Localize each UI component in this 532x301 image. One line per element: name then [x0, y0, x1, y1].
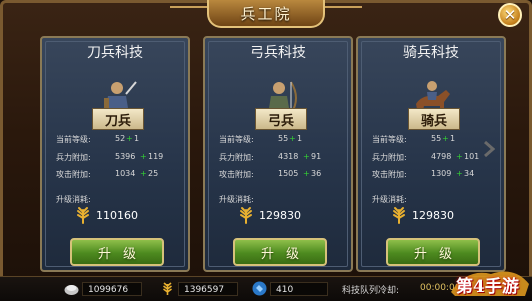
level-label: 当前等级:: [56, 135, 91, 144]
hp-label: 兵力附加:: [219, 153, 254, 162]
level-row: 当前等级: 55 + 1: [219, 134, 302, 145]
grain-icon: [240, 207, 252, 224]
unit-name-tag: 弓兵: [255, 108, 307, 130]
level-label: 当前等级:: [372, 135, 407, 144]
silver-icon: [64, 285, 79, 295]
atk-increase: 34: [464, 169, 475, 178]
hp-label: 兵力附加:: [56, 153, 91, 162]
grain-amount: 1396597: [178, 282, 238, 296]
atk-value: 1034: [115, 169, 136, 178]
window-title-plate: 兵工院: [207, 0, 325, 28]
hp-increase: 119: [148, 152, 164, 161]
atk-value: 1309: [431, 169, 452, 178]
upgrade-button-label: 升级: [260, 246, 311, 262]
unit-name-tag: 骑兵: [408, 108, 460, 130]
plus-sign: +: [140, 152, 147, 161]
hp-row: 兵力附加: 5396 + 119: [56, 152, 163, 163]
upgrade-button-label: 升级: [97, 246, 148, 262]
tech-card-archer: 弓兵科技 弓兵 当前等级: 55 + 1 兵力附加: 4318 + 91 攻击附…: [203, 36, 353, 272]
hp-value: 4318: [278, 152, 299, 161]
tech-card-saber: 刀兵科技 刀兵 当前等级: 52 + 1 兵力附加: 5396 + 119 攻击…: [40, 36, 190, 272]
silver-amount: 1099676: [82, 282, 142, 296]
level-increase: 1: [450, 134, 456, 143]
hp-increase: 101: [464, 152, 480, 161]
close-icon: ✕: [503, 5, 517, 24]
atk-increase: 25: [148, 169, 159, 178]
plus-sign: +: [456, 169, 463, 178]
card-title: 弓兵科技: [250, 45, 306, 61]
plus-sign: +: [140, 169, 147, 178]
upgrade-button-label: 升级: [413, 246, 464, 262]
plus-sign: +: [442, 134, 449, 143]
level-value: 52: [115, 134, 126, 143]
cooldown-label: 科技队列冷却:: [342, 286, 400, 296]
cost-value: 129830: [412, 209, 454, 222]
card-title: 刀兵科技: [87, 45, 143, 61]
plus-sign: +: [289, 134, 296, 143]
grain-icon: [163, 282, 172, 295]
atk-label: 攻击附加:: [219, 170, 254, 179]
cost-label: 升级消耗:: [372, 195, 407, 204]
level-row: 当前等级: 52 + 1: [56, 134, 139, 145]
level-row: 当前等级: 55 + 1: [372, 134, 455, 145]
cost-label: 升级消耗:: [56, 195, 91, 204]
grain-icon: [77, 207, 89, 224]
title-ornament-left: [170, 6, 208, 20]
grain-icon: [393, 207, 405, 224]
level-increase: 1: [297, 134, 303, 143]
atk-row: 攻击附加: 1034 + 25: [56, 169, 158, 180]
title-ornament-right: [324, 6, 362, 20]
cost-label: 升级消耗:: [219, 195, 254, 204]
plus-sign: +: [303, 152, 310, 161]
atk-label: 攻击附加:: [56, 170, 91, 179]
atk-label: 攻击附加:: [372, 170, 407, 179]
cost-value: 129830: [259, 209, 301, 222]
upgrade-button[interactable]: 升级: [70, 238, 164, 266]
level-increase: 1: [134, 134, 140, 143]
plus-sign: +: [303, 169, 310, 178]
gem-amount: 410: [270, 282, 328, 296]
plus-sign: +: [126, 134, 133, 143]
gem-icon: [252, 281, 267, 296]
upgrade-button[interactable]: 升级: [233, 238, 327, 266]
atk-row: 攻击附加: 1505 + 36: [219, 169, 321, 180]
close-button[interactable]: ✕: [498, 3, 522, 27]
unit-name-tag: 刀兵: [92, 108, 144, 130]
atk-increase: 36: [311, 169, 322, 178]
plus-sign: +: [456, 152, 463, 161]
atk-row: 攻击附加: 1309 + 34: [372, 169, 474, 180]
cost-value: 110160: [96, 209, 138, 222]
card-title: 骑兵科技: [403, 45, 459, 61]
chevron-right-icon[interactable]: [483, 140, 495, 158]
hp-row: 兵力附加: 4798 + 101: [372, 152, 479, 163]
watermark-text: 第4手游: [456, 277, 519, 297]
hp-increase: 91: [311, 152, 322, 161]
window-title: 兵工院: [240, 4, 292, 23]
level-value: 55: [278, 134, 289, 143]
hp-label: 兵力附加:: [372, 153, 407, 162]
atk-value: 1505: [278, 169, 299, 178]
hp-value: 4798: [431, 152, 452, 161]
level-value: 55: [431, 134, 442, 143]
hp-value: 5396: [115, 152, 136, 161]
level-label: 当前等级:: [219, 135, 254, 144]
hp-row: 兵力附加: 4318 + 91: [219, 152, 321, 163]
